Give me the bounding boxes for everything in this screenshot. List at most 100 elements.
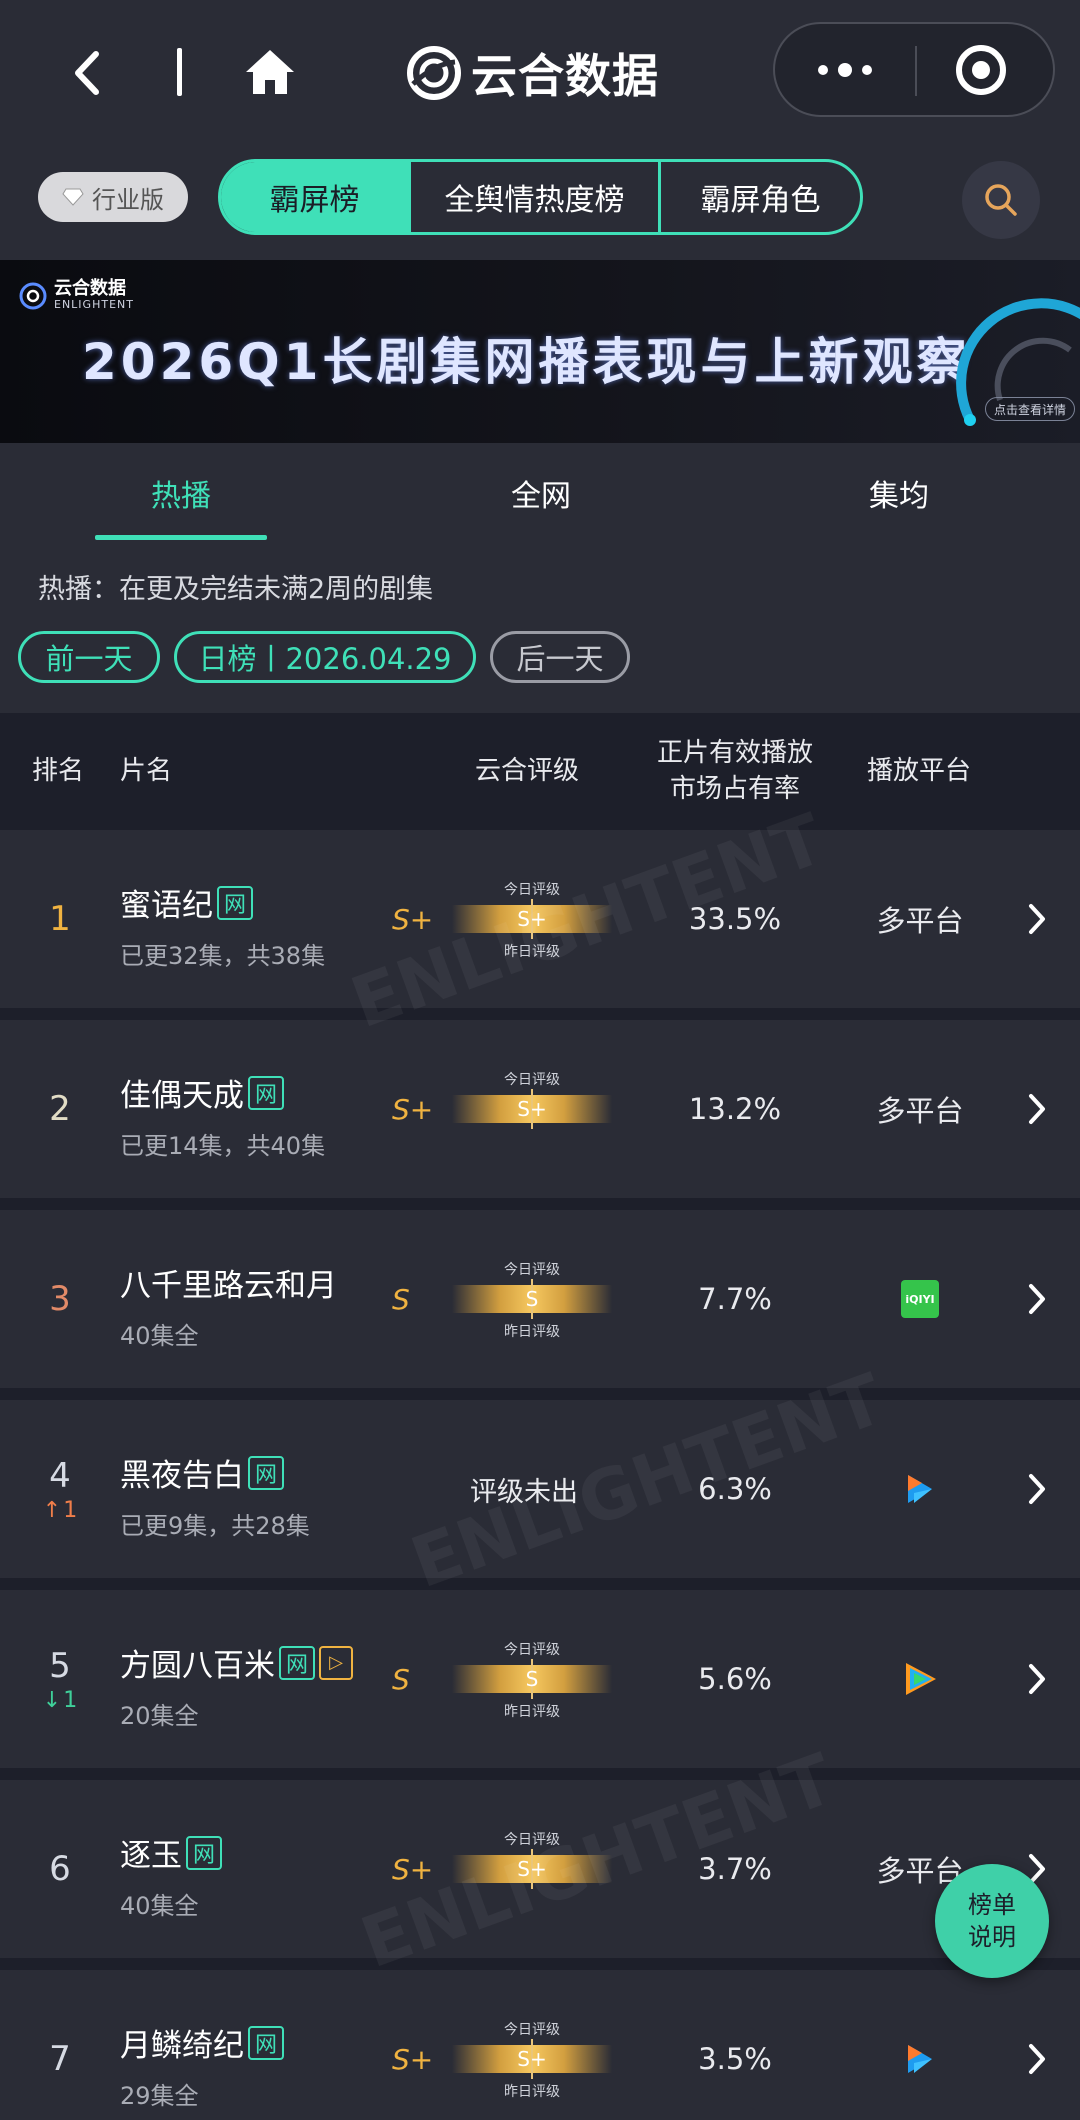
yesterday-grade-label: 昨日评级: [504, 1704, 560, 1720]
today-grade-value: S+: [517, 1857, 547, 1881]
brand: 云合数据: [405, 38, 659, 108]
drama-title-line: 佳偶天成网: [120, 1070, 284, 1115]
episode-status: 已更14集，共40集: [120, 1132, 326, 1160]
market-share: 5.6%: [698, 1662, 772, 1696]
chevron-right-icon[interactable]: [1022, 1970, 1052, 2120]
today-grade-value: S: [525, 1287, 539, 1311]
header-platform: 播放平台: [867, 755, 972, 786]
youku-icon: [908, 2045, 932, 2073]
banner-logo-sub: ENLIGHTENT: [54, 298, 134, 311]
tab-public-opinion-heat[interactable]: 全舆情热度榜: [411, 162, 661, 232]
today-grade-label: 今日评级: [504, 1072, 560, 1088]
grade-comparison: 今日评级 S 昨日评级: [452, 1255, 612, 1343]
subtab-all-network[interactable]: 全网: [455, 443, 627, 543]
platform-label: 多平台: [876, 904, 964, 938]
table-row[interactable]: 1 蜜语纪网已更32集，共38集 S+ 今日评级 S+ 昨日评级 33.5% 多平台: [0, 830, 1080, 1008]
drama-title-line: 蜜语纪网: [120, 880, 253, 925]
table-row[interactable]: 2 佳偶天成网已更14集，共40集 S+ 今日评级 S+ 13.2% 多平台: [0, 1020, 1080, 1198]
chevron-right-icon[interactable]: [1022, 1590, 1052, 1768]
subtab-per-episode[interactable]: 集均: [813, 443, 985, 543]
banner-title: 2026Q1长剧集网播表现与上新观察: [82, 333, 971, 391]
table-row[interactable]: 5 ↓ 1 方圆八百米网 ▷ 20集全 S 今日评级 S 昨日评级 5.6%: [0, 1590, 1080, 1768]
drama-title: 蜜语纪: [120, 888, 213, 924]
brand-logo-icon: [407, 46, 461, 100]
today-grade-label: 今日评级: [504, 882, 560, 898]
next-day-button[interactable]: 后一天: [490, 631, 630, 683]
ranking-segment-control: 霸屏榜 全舆情热度榜 霸屏角色: [218, 159, 863, 235]
diamond-icon: [62, 188, 84, 206]
rank-number: 5: [49, 1645, 71, 1686]
table-row[interactable]: 7 月鳞绮纪网 29集全 S+ 今日评级 S+ 昨日评级 3.5%: [0, 1970, 1080, 2120]
ranking-tab-bar: 行业版 霸屏榜 全舆情热度榜 霸屏角色: [0, 135, 1080, 260]
web-drama-badge: 网: [217, 885, 253, 920]
drama-title: 黑夜告白: [120, 1458, 244, 1494]
today-grade-value: S+: [517, 907, 547, 931]
hot-definition-hint: 热播：在更及完结未满2周的剧集: [38, 574, 434, 605]
market-share: 3.7%: [698, 1852, 772, 1886]
drama-title-line: 八千里路云和月: [120, 1260, 337, 1305]
banner-logo: 云合数据 ENLIGHTENT: [18, 280, 134, 311]
rank-number: 7: [49, 2039, 71, 2079]
prev-day-button[interactable]: 前一天: [18, 631, 160, 683]
rank-change-value: 1: [63, 1687, 78, 1713]
banner-detail-tag: 点击查看详情: [985, 397, 1076, 421]
banner-logo-text: 云合数据: [54, 278, 126, 299]
episode-status: 40集全: [120, 1892, 199, 1920]
search-button[interactable]: [962, 161, 1040, 239]
platform-cell: 多平台: [850, 1020, 990, 1198]
drama-title: 月鳞绮纪: [120, 2028, 244, 2064]
back-icon[interactable]: [60, 38, 120, 108]
grade-value: S+: [392, 1852, 434, 1886]
rank-cell: 6: [40, 1780, 80, 1958]
table-row[interactable]: 3 八千里路云和月 40集全 S 今日评级 S 昨日评级 7.7% iQIYI: [0, 1210, 1080, 1388]
yesterday-grade-label: 昨日评级: [504, 944, 560, 960]
tencent-video-icon: [906, 1663, 936, 1695]
more-icon[interactable]: [805, 42, 885, 98]
header-grade: 云合评级: [475, 755, 580, 786]
tab-screen-dominance[interactable]: 霸屏榜: [221, 162, 411, 232]
rank-cell: 5 ↓ 1: [40, 1590, 80, 1768]
drama-title: 佳偶天成: [120, 1078, 244, 1114]
subtab-hot[interactable]: 热播: [95, 443, 267, 543]
ranking-explanation-button[interactable]: 榜单 说明: [935, 1864, 1049, 1978]
header-title: 片名: [120, 755, 173, 786]
chevron-right-icon[interactable]: [1022, 1210, 1052, 1388]
today-grade-label: 今日评级: [504, 1262, 560, 1278]
drama-title-line: 方圆八百米网 ▷: [120, 1640, 353, 1685]
drama-title: 方圆八百米: [120, 1648, 275, 1684]
market-share: 33.5%: [688, 902, 782, 936]
today-grade-label: 今日评级: [504, 2022, 560, 2038]
rank-number: 3: [49, 1279, 71, 1319]
exclusive-play-icon: ▷: [319, 1645, 353, 1680]
close-target-icon[interactable]: [951, 40, 1011, 100]
table-row[interactable]: 6 逐玉网 40集全 S+ 今日评级 S+ 3.7% 多平台: [0, 1780, 1080, 1958]
header-share-line2: 市场占有率: [669, 773, 800, 804]
chevron-right-icon[interactable]: [1022, 830, 1052, 1008]
chevron-right-icon[interactable]: [1022, 1020, 1052, 1198]
promo-banner[interactable]: 云合数据 ENLIGHTENT 2026Q1长剧集网播表现与上新观察 点击查看详…: [0, 260, 1080, 443]
drama-title-line: 月鳞绮纪网: [120, 2020, 284, 2065]
grade-value: S+: [392, 1092, 434, 1126]
today-grade-value: S: [525, 1667, 539, 1691]
today-grade-value: S+: [517, 2047, 547, 2071]
date-picker-button[interactable]: 日榜丨2026.04.29: [174, 631, 476, 683]
home-icon[interactable]: [240, 42, 300, 102]
platform-cell: [850, 1970, 990, 2120]
chevron-right-icon[interactable]: [1022, 1400, 1052, 1578]
brand-name: 云合数据: [471, 49, 659, 103]
rank-up-arrow-icon: ↑: [42, 1497, 62, 1523]
platform-cell: 多平台: [850, 830, 990, 1008]
episode-status: 29集全: [120, 2082, 199, 2110]
youku-icon: [908, 1475, 932, 1503]
industry-edition-badge[interactable]: 行业版: [38, 172, 188, 222]
tab-dominant-roles[interactable]: 霸屏角色: [661, 162, 860, 232]
episode-status: 40集全: [120, 1322, 199, 1350]
web-drama-badge: 网: [248, 1075, 284, 1110]
market-share: 13.2%: [688, 1092, 782, 1126]
today-grade-label: 今日评级: [504, 1642, 560, 1658]
nav-divider: [177, 48, 182, 96]
episode-status: 已更9集，共28集: [120, 1512, 310, 1540]
today-grade-value: S+: [517, 1097, 547, 1121]
table-row[interactable]: 4 ↑ 1 黑夜告白网已更9集，共28集 评级未出 6.3%: [0, 1400, 1080, 1578]
rank-change-value: 1: [63, 1497, 78, 1523]
